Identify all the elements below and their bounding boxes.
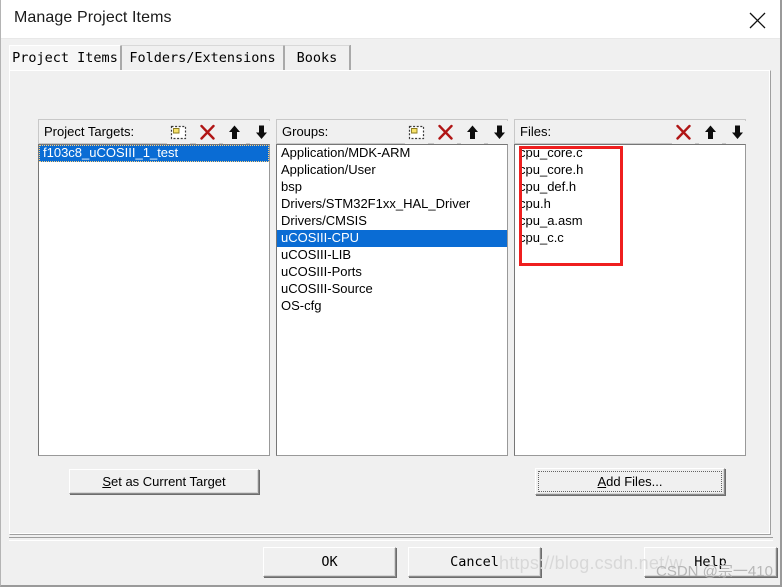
files-listbox[interactable]: cpu_core.c cpu_core.h cpu_def.h cpu.h cpu_a.… <box>514 144 746 456</box>
footer-separator <box>9 537 773 541</box>
help-button[interactable]: Help <box>644 547 777 577</box>
list-item[interactable]: Application/MDK-ARM <box>277 145 507 162</box>
accel-char: S <box>102 474 111 489</box>
delete-icon[interactable] <box>196 121 219 144</box>
set-as-current-target-button[interactable]: Set as Current Target <box>69 469 259 494</box>
groups-header: Groups: <box>276 119 511 144</box>
list-item[interactable]: cpu_core.c <box>515 145 745 162</box>
list-item[interactable]: cpu_a.asm <box>515 213 745 230</box>
move-down-icon[interactable] <box>488 121 511 144</box>
list-item[interactable]: f103c8_uCOSIII_1_test <box>39 145 269 162</box>
list-item[interactable]: Drivers/STM32F1xx_HAL_Driver <box>277 196 507 213</box>
files-label: Files: <box>520 124 552 139</box>
new-item-icon[interactable] <box>167 121 190 144</box>
groups-listbox[interactable]: Application/MDK-ARM Application/User bsp Dr… <box>276 144 508 456</box>
move-down-icon[interactable] <box>726 121 749 144</box>
list-item[interactable]: bsp <box>277 179 507 196</box>
list-item[interactable]: cpu_core.h <box>515 162 745 179</box>
title-bar: Manage Project Items <box>1 0 780 39</box>
list-item[interactable]: uCOSIII-CPU <box>277 230 507 247</box>
move-up-icon[interactable] <box>223 121 246 144</box>
files-header: Files: <box>514 119 749 144</box>
window-title: Manage Project Items <box>14 9 172 26</box>
list-item[interactable]: Application/User <box>277 162 507 179</box>
targets-label: Project Targets: <box>44 124 135 139</box>
targets-header: Project Targets: <box>38 119 273 144</box>
set-as-current-target-label: et as Current Target <box>111 474 226 489</box>
list-item[interactable]: Drivers/CMSIS <box>277 213 507 230</box>
manage-project-items-dialog: Manage Project Items Project Items Folde… <box>0 0 782 587</box>
move-up-icon[interactable] <box>461 121 484 144</box>
add-files-label: dd Files... <box>606 474 663 489</box>
list-item[interactable]: cpu_def.h <box>515 179 745 196</box>
add-files-button[interactable]: Add Files... <box>535 468 725 495</box>
cancel-button[interactable]: Cancel <box>408 547 541 577</box>
tab-strip-endcap <box>350 45 351 70</box>
close-icon[interactable] <box>734 0 780 37</box>
list-item[interactable]: uCOSIII-Source <box>277 281 507 298</box>
delete-icon[interactable] <box>672 121 695 144</box>
move-up-icon[interactable] <box>699 121 722 144</box>
ok-button[interactable]: OK <box>263 547 396 577</box>
accel-char: A <box>597 474 607 489</box>
tab-books[interactable]: Books <box>284 45 350 70</box>
groups-label: Groups: <box>282 124 329 139</box>
tab-page-project-items: Project Targets: f103c8_uCOSIII_1_test G… <box>9 70 771 535</box>
list-item[interactable]: uCOSIII-LIB <box>277 247 507 264</box>
list-item[interactable]: cpu.h <box>515 196 745 213</box>
delete-icon[interactable] <box>434 121 457 144</box>
tab-strip: Project Items Folders/Extensions Books <box>9 45 771 72</box>
move-down-icon[interactable] <box>250 121 273 144</box>
list-item[interactable]: OS-cfg <box>277 298 507 315</box>
new-item-icon[interactable] <box>405 121 428 144</box>
project-targets-listbox[interactable]: f103c8_uCOSIII_1_test <box>38 144 270 456</box>
list-item[interactable]: cpu_c.c <box>515 230 745 247</box>
tab-project-items[interactable]: Project Items <box>9 45 121 72</box>
tab-folders-extensions[interactable]: Folders/Extensions <box>121 45 284 70</box>
list-item[interactable]: uCOSIII-Ports <box>277 264 507 281</box>
